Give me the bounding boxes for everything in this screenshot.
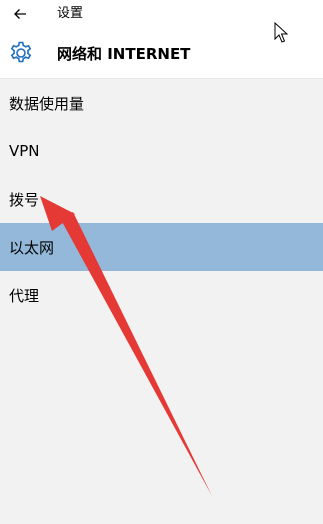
nav-item-label: 以太网 <box>9 238 55 257</box>
nav-item-label: 代理 <box>9 286 40 305</box>
nav-item-ethernet[interactable]: 以太网 <box>0 223 323 271</box>
window-title: 设置 <box>57 6 84 21</box>
nav-item-dialup[interactable]: 拨号 <box>0 175 323 223</box>
back-arrow-icon <box>14 9 26 19</box>
gear-icon <box>10 41 32 63</box>
page-title: 网络和 INTERNET <box>57 45 191 63</box>
mouse-cursor-icon <box>274 22 288 43</box>
network-nav-list: 数据使用量 VPN 拨号 以太网 代理 <box>0 79 323 319</box>
back-button[interactable] <box>8 4 32 24</box>
nav-item-proxy[interactable]: 代理 <box>0 271 323 319</box>
nav-item-data-usage[interactable]: 数据使用量 <box>0 79 323 127</box>
nav-item-label: 拨号 <box>9 190 40 209</box>
nav-item-vpn[interactable]: VPN <box>0 127 323 175</box>
nav-item-label: VPN <box>9 142 40 160</box>
nav-item-label: 数据使用量 <box>9 94 85 113</box>
